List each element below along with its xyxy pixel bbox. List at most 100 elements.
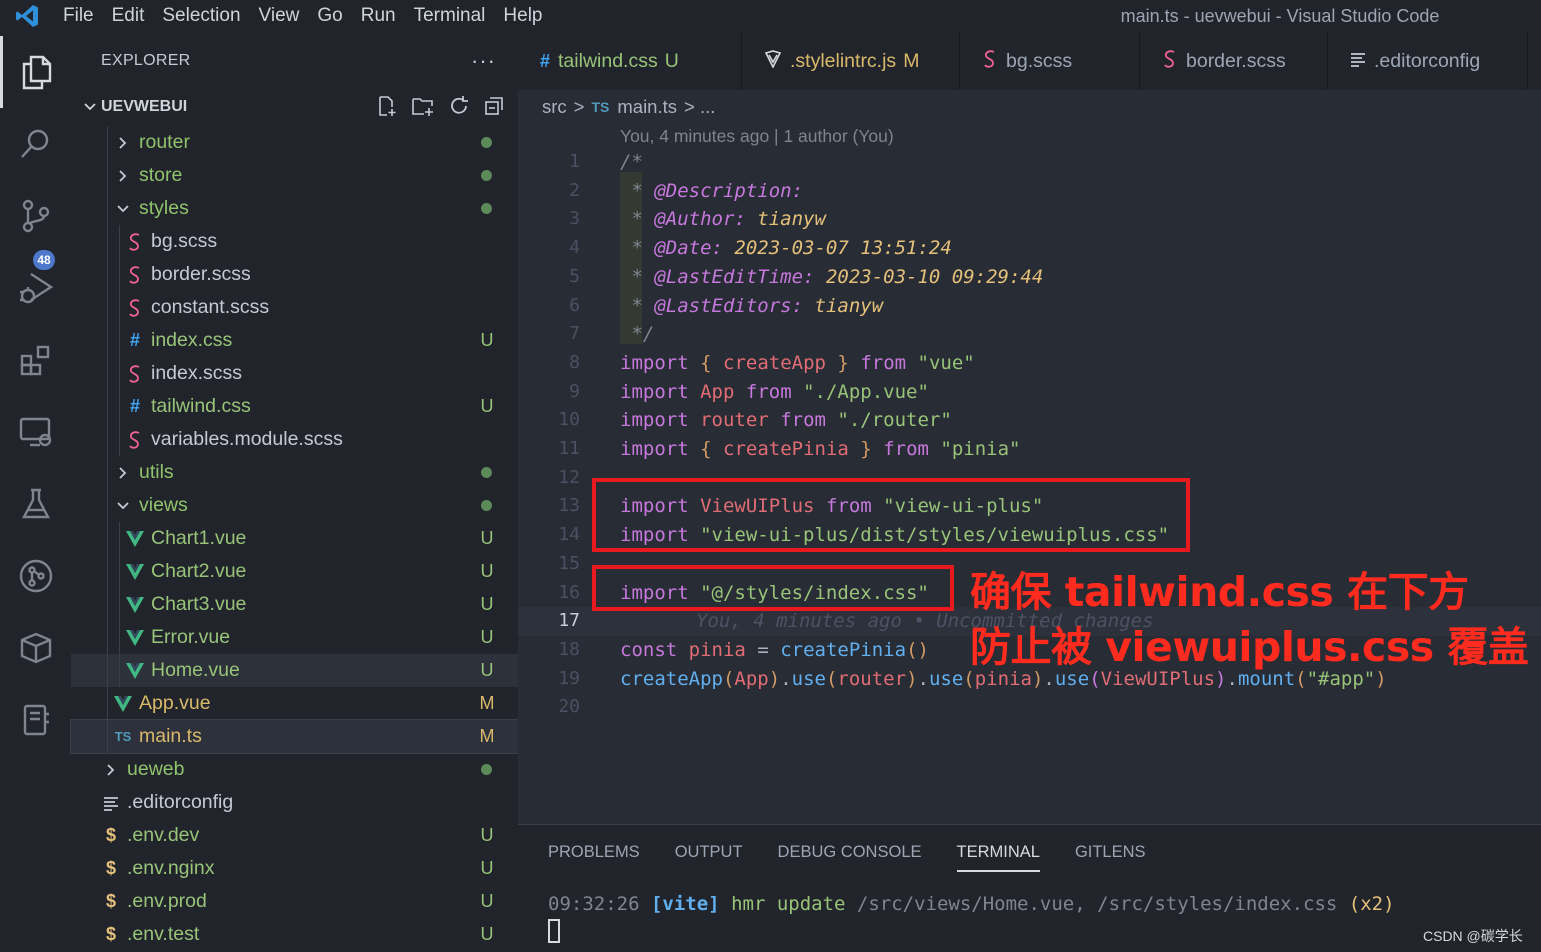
breadcrumb-src[interactable]: src [542,96,567,118]
file-item[interactable]: $ .env.test U [71,918,518,951]
file-item[interactable]: .editorconfig [71,786,518,819]
file-item[interactable]: $ .env.prod U [71,885,518,918]
folder-item[interactable]: store [71,159,518,192]
tab-problems[interactable]: PROBLEMS [548,843,640,872]
tab-editorconfig[interactable]: .editorconfig [1328,32,1528,90]
explorer-icon[interactable] [0,36,71,108]
file-item[interactable]: index.scss [71,357,518,390]
file-item[interactable]: App.vue M [71,687,518,720]
new-file-icon[interactable] [376,95,398,122]
tab-tailwind-css[interactable]: # tailwind.css U [518,32,742,90]
code-line: 10 import router from "./router" [518,406,1541,435]
git-status-badge: U [480,924,494,944]
menu-go[interactable]: Go [308,0,351,32]
breadcrumb-file[interactable]: main.ts [617,96,677,118]
file-item[interactable]: # tailwind.css U [71,390,518,423]
extensions-icon[interactable] [0,324,71,396]
chevron-down-icon [111,197,135,221]
line-number: 4 [569,237,580,259]
file-item[interactable]: constant.scss [71,291,518,324]
breadcrumb-tail[interactable]: > ... [684,96,715,118]
menu-selection[interactable]: Selection [153,0,249,32]
folder-item[interactable]: styles [71,192,518,225]
menu-edit[interactable]: Edit [103,0,154,32]
menu-terminal[interactable]: Terminal [405,0,495,32]
file-item[interactable]: Error.vue U [71,621,518,654]
tab-bg-scss[interactable]: bg.scss [960,32,1140,90]
menu-help[interactable]: Help [494,0,551,32]
code-line: 3 * @Author: tianyw [518,205,1541,234]
code-editor[interactable]: You, 4 minutes ago | 1 author (You) 1/* … [518,124,1541,824]
menu-view[interactable]: View [250,0,309,32]
workspace-header[interactable]: UEVWEBUI [71,90,518,123]
tab-stylelintrc[interactable]: .stylelintrc.js M [742,32,960,90]
indent-guide [107,522,108,555]
file-item[interactable]: TS main.ts M [70,719,519,754]
tab-gitlens[interactable]: GITLENS [1075,843,1146,872]
code-text: import App from "./App.vue" [620,380,929,403]
tab-label: bg.scss [1006,49,1073,72]
indent-guide [107,159,108,192]
file-item[interactable]: Chart2.vue U [71,555,518,588]
search-icon[interactable] [0,108,71,180]
tab-status: M [903,49,920,72]
folder-item[interactable]: utils [71,456,518,489]
code-text: import { createPinia } from "pinia" [620,438,1021,460]
codelens-blame[interactable]: You, 4 minutes ago | 1 author (You) [620,126,894,147]
watermark: CSDN @碳学长 [1423,928,1523,944]
tab-border-scss[interactable]: border.scss [1140,32,1328,90]
env-dollar-icon: $ [105,891,116,911]
menu-run[interactable]: Run [352,0,405,32]
file-item[interactable]: $ .env.dev U [71,819,518,852]
editor-tabs: # tailwind.css U .stylelintrc.js M bg.sc… [518,32,1541,90]
vscode-logo-icon [0,0,54,32]
source-control-icon[interactable] [0,180,71,252]
gitlens-icon[interactable] [0,540,71,612]
explorer-sidebar: EXPLORER ··· UEVWEBUI router store styles b… [70,32,519,952]
notebook-icon[interactable] [0,684,71,756]
package-icon[interactable] [0,612,71,684]
line-number: 5 [569,265,580,287]
tree-item-label: Chart2.vue [151,560,247,582]
menu-file[interactable]: File [54,0,103,32]
file-item[interactable]: Chart1.vue U [71,522,518,555]
tab-output[interactable]: OUTPUT [675,843,743,872]
file-item[interactable]: bg.scss [71,225,518,258]
tab-terminal[interactable]: TERMINAL [956,843,1040,872]
collapse-all-icon[interactable] [483,95,505,122]
tree-item-label: .env.test [127,923,200,945]
file-item[interactable]: Home.vue U [71,654,518,687]
file-item[interactable]: variables.module.scss [71,423,518,456]
tab-debug-console[interactable]: DEBUG CONSOLE [778,843,922,872]
folder-item[interactable]: router [71,126,518,159]
remote-explorer-icon[interactable] [0,396,71,468]
more-actions-icon[interactable]: ··· [471,48,496,74]
line-number: 7 [569,323,580,345]
testing-icon[interactable] [0,468,71,540]
indent-guide [107,423,108,456]
git-status-badge: U [480,825,494,845]
indent-guide [107,225,108,258]
tree-item-label: Home.vue [151,659,240,681]
file-item[interactable]: # index.css U [71,324,518,357]
terminal-output[interactable]: 09:32:26 [vite] hmr update /src/views/Ho… [548,893,1395,915]
code-line: 6 * @LastEditors: tianyw [518,292,1541,321]
sass-icon [123,263,147,287]
vue-icon [123,659,147,683]
indent-guide [119,291,120,324]
folder-item[interactable]: ueweb [71,753,518,786]
git-status-badge: U [480,660,494,680]
run-debug-icon[interactable] [0,252,71,324]
folder-item[interactable]: views [71,489,518,522]
file-item[interactable]: $ .env.nginx U [71,852,518,885]
new-folder-icon[interactable] [411,95,435,122]
chevron-right-icon [111,164,135,188]
file-item[interactable]: Chart3.vue U [71,588,518,621]
chevron-right-icon [99,758,123,782]
indent-guide [107,390,108,423]
file-item[interactable]: border.scss [71,258,518,291]
menu-bar: File Edit Selection View Go Run Terminal… [54,0,552,32]
bottom-panel: PROBLEMS OUTPUT DEBUG CONSOLE TERMINAL G… [518,824,1541,952]
refresh-icon[interactable] [448,95,470,122]
indent-guide [119,225,120,258]
